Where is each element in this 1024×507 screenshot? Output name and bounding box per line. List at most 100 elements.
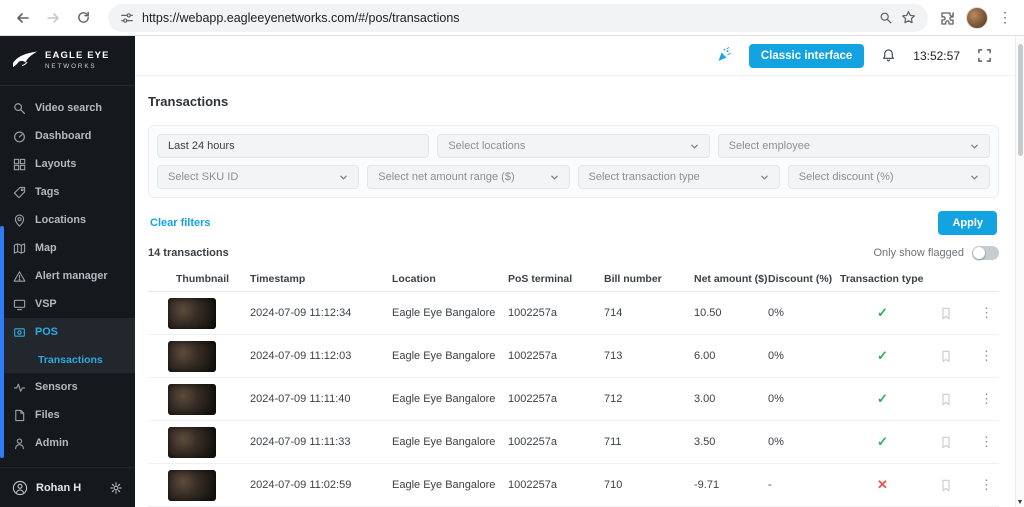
transaction-thumbnail[interactable] — [168, 426, 216, 458]
cell-timestamp: 2024-07-09 11:12:34 — [250, 307, 352, 319]
sidebar-scrollbar[interactable] — [0, 226, 4, 458]
cell-bill-number: 710 — [604, 479, 623, 491]
row-menu-icon[interactable]: ⋮ — [976, 348, 997, 363]
cell-timestamp: 2024-07-09 11:12:03 — [250, 350, 352, 362]
dashboard-icon — [13, 130, 26, 143]
forward-icon[interactable] — [40, 5, 66, 31]
discount-filter[interactable]: Select discount (%) — [787, 165, 990, 189]
sidebar-item-video-search[interactable]: Video search — [0, 94, 135, 122]
main-area: Classic interface 13:52:57 Transactions … — [135, 36, 1024, 507]
back-icon[interactable] — [10, 5, 36, 31]
monitor-icon — [13, 298, 26, 311]
cell-timestamp: 2024-07-09 11:11:33 — [250, 436, 351, 448]
chevron-down-icon — [339, 173, 348, 182]
classic-interface-button[interactable]: Classic interface — [748, 43, 865, 68]
zoom-icon[interactable] — [879, 11, 893, 25]
sidebar-item-pos[interactable]: POS — [0, 318, 135, 346]
sidebar-item-transactions[interactable]: Transactions — [0, 346, 135, 373]
transaction-type-filter[interactable]: Select transaction type — [577, 165, 780, 189]
cell-location: Eagle Eye Bangalore — [392, 393, 496, 405]
refresh-icon[interactable] — [70, 5, 96, 31]
user-avatar-icon — [12, 480, 28, 496]
alert-triangle-icon — [13, 270, 26, 283]
cell-discount: 0% — [768, 307, 784, 319]
sidebar-item-alert-manager[interactable]: Alert manager — [0, 262, 135, 290]
sidebar-item-tags[interactable]: Tags — [0, 178, 135, 206]
transaction-count: 14 transactions — [148, 247, 229, 259]
sidebar-item-dashboard[interactable]: Dashboard — [0, 122, 135, 150]
bookmark-flag-icon[interactable] — [940, 350, 976, 363]
locations-filter[interactable]: Select locations — [437, 134, 710, 158]
row-menu-icon[interactable]: ⋮ — [976, 434, 997, 449]
employee-filter[interactable]: Select employee — [717, 134, 990, 158]
transaction-thumbnail[interactable] — [168, 383, 216, 415]
cell-net-amount: 3.50 — [694, 436, 716, 448]
pos-terminal-icon — [13, 326, 26, 339]
chevron-down-icon — [760, 173, 769, 182]
table-row: 2024-07-09 11:12:03 Eagle Eye Bangalore … — [148, 335, 999, 378]
site-info-icon[interactable] — [120, 11, 134, 25]
cell-location: Eagle Eye Bangalore — [392, 479, 496, 491]
notifications-bell-icon[interactable] — [881, 48, 896, 63]
sidebar-nav: Video search Dashboard Layouts Tags Loca… — [0, 86, 135, 467]
gear-icon[interactable] — [109, 481, 123, 495]
clear-filters-link[interactable]: Clear filters — [150, 217, 211, 229]
net-amount-filter[interactable]: Select net amount range ($) — [367, 165, 570, 189]
transaction-thumbnail[interactable] — [168, 340, 216, 372]
header-transaction-type: Transaction type — [840, 273, 924, 285]
sku-filter[interactable]: Select SKU ID — [157, 165, 360, 189]
check-icon: ✓ — [877, 391, 888, 406]
address-bar[interactable]: https://webapp.eagleeyenetworks.com/#/po… — [108, 3, 928, 32]
bookmark-flag-icon[interactable] — [940, 479, 976, 492]
sidebar-item-files[interactable]: Files — [0, 401, 135, 429]
table-row: 2024-07-09 11:11:40 Eagle Eye Bangalore … — [148, 378, 999, 421]
browser-menu-icon[interactable]: ⋮ — [998, 9, 1012, 26]
sidebar-item-layouts[interactable]: Layouts — [0, 150, 135, 178]
fullscreen-icon[interactable] — [977, 48, 992, 63]
sidebar-item-vsp[interactable]: VSP — [0, 290, 135, 318]
sidebar-item-locations[interactable]: Locations — [0, 206, 135, 234]
sensors-icon — [13, 381, 26, 394]
header-thumbnail: Thumbnail — [176, 273, 230, 285]
chevron-down-icon — [970, 142, 979, 151]
user-account-row[interactable]: Rohan H — [0, 467, 135, 507]
url-text[interactable]: https://webapp.eagleeyenetworks.com/#/po… — [142, 11, 871, 25]
extensions-icon[interactable] — [940, 10, 956, 26]
header-bill-number: Bill number — [604, 273, 662, 285]
toggle-knob — [973, 247, 985, 259]
row-menu-icon[interactable]: ⋮ — [976, 305, 997, 320]
cell-location: Eagle Eye Bangalore — [392, 307, 496, 319]
time-range-filter[interactable]: Last 24 hours — [157, 134, 430, 158]
cell-timestamp: 2024-07-09 11:11:40 — [250, 393, 351, 405]
bookmark-star-icon[interactable] — [901, 10, 916, 25]
apply-button[interactable]: Apply — [938, 211, 997, 235]
page-scrollbar[interactable]: ▼ — [1015, 36, 1024, 507]
bookmark-flag-icon[interactable] — [940, 436, 976, 449]
sidebar-item-admin[interactable]: Admin — [0, 429, 135, 457]
cell-bill-number: 711 — [604, 436, 622, 448]
cell-location: Eagle Eye Bangalore — [392, 436, 496, 448]
row-menu-icon[interactable]: ⋮ — [976, 391, 997, 406]
bookmark-flag-icon[interactable] — [940, 307, 976, 320]
sidebar-item-map[interactable]: Map — [0, 234, 135, 262]
chevron-down-icon — [970, 173, 979, 182]
cell-bill-number: 712 — [604, 393, 623, 405]
logo[interactable]: EAGLE EYE NETWORKS — [0, 36, 135, 86]
cell-pos-terminal: 1002257a — [508, 393, 557, 405]
browser-profile-avatar[interactable] — [966, 6, 988, 29]
celebration-icon[interactable] — [715, 47, 732, 64]
transaction-thumbnail[interactable] — [168, 469, 216, 501]
layouts-icon — [13, 158, 26, 171]
pos-group: POS Transactions — [0, 318, 135, 373]
transaction-thumbnail[interactable] — [168, 297, 216, 329]
cell-location: Eagle Eye Bangalore — [392, 350, 496, 362]
check-icon: ✓ — [877, 305, 888, 320]
cell-bill-number: 714 — [604, 307, 623, 319]
only-show-flagged-toggle[interactable] — [972, 246, 999, 260]
scroll-down-arrow-icon[interactable]: ▼ — [1016, 499, 1024, 506]
bookmark-flag-icon[interactable] — [940, 393, 976, 406]
sidebar-item-sensors[interactable]: Sensors — [0, 373, 135, 401]
row-menu-icon[interactable]: ⋮ — [976, 477, 997, 492]
cell-net-amount: 6.00 — [694, 350, 716, 362]
scrollbar-thumb[interactable] — [1018, 44, 1023, 156]
